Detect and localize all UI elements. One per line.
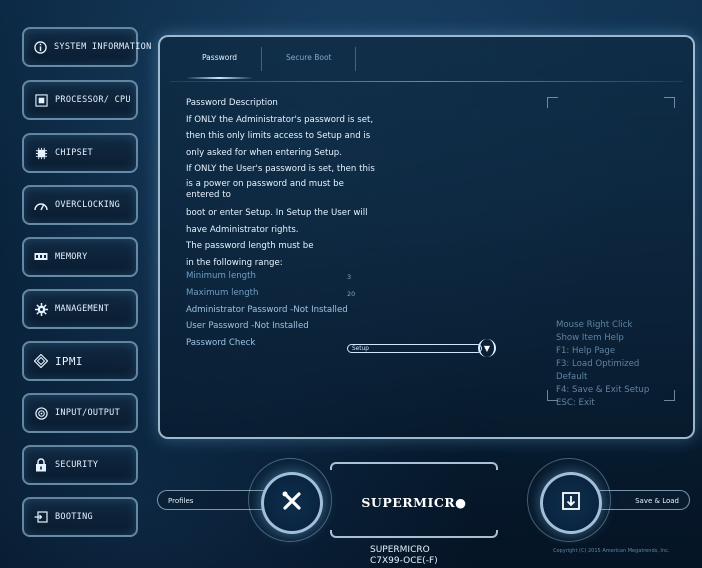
description-line: only asked for when entering Setup.: [186, 147, 342, 158]
model-line: SUPERMICRO: [370, 545, 430, 555]
overclocking-icon: [34, 198, 48, 212]
sidebar-item-label: SECURITY: [55, 460, 99, 470]
help-line: F4: Save & Exit Setup: [556, 385, 650, 395]
password-description: Password Description If ONLY the Adminis…: [186, 95, 416, 271]
brand-frame-bottom: [330, 530, 498, 538]
description-line: in the following range:: [186, 257, 283, 268]
help-frame-corner: [664, 97, 675, 108]
sidebar-item-label: IPMI: [55, 354, 83, 368]
description-line: then this only limits access to Setup an…: [186, 131, 371, 142]
description-line: have Administrator rights.: [186, 224, 299, 235]
password-check-select[interactable]: Setup: [347, 344, 482, 353]
sidebar-item-chipset[interactable]: CHIPSET: [22, 133, 138, 173]
description-line: entered to: [186, 189, 231, 200]
lock-icon: [34, 458, 48, 472]
model-line: C7X99-OCE(-F): [370, 556, 438, 566]
description-line: The password length must be: [186, 241, 314, 252]
help-line: Default: [556, 372, 588, 382]
sidebar-item-memory[interactable]: MEMORY: [22, 237, 138, 277]
gear-icon: [34, 302, 48, 316]
description-line: boot or enter Setup. In Setup the User w…: [186, 207, 368, 218]
description-line: Password Description: [186, 98, 278, 108]
sidebar-item-input-output[interactable]: INPUT/OUTPUT: [22, 393, 138, 433]
help-line: ESC: Exit: [556, 398, 595, 408]
max-length-value: 20: [347, 290, 356, 298]
sidebar-item-label: SYSTEM INFORMATION: [54, 42, 152, 52]
sidebar-item-security[interactable]: SECURITY: [22, 445, 138, 485]
memory-icon: [34, 250, 48, 264]
admin-password-status[interactable]: Administrator Password -Not Installed: [186, 305, 348, 315]
tools-icon: [281, 490, 303, 516]
chevron-down-icon[interactable]: ▼: [478, 339, 496, 357]
help-line: Show Item Help: [556, 333, 624, 343]
sidebar-item-ipmi[interactable]: IPMI: [22, 341, 138, 381]
help-line: Mouse Right Click: [556, 320, 633, 330]
help-frame-corner: [664, 390, 675, 401]
sidebar-item-system-information[interactable]: SYSTEM INFORMATION: [22, 27, 151, 67]
save-load-icon: [560, 490, 582, 516]
sidebar-item-label: OVERCLOCKING: [55, 200, 121, 210]
board-model: SUPERMICRO C7X99-OCE(-F): [370, 545, 438, 567]
sidebar-item-label: CHIPSET: [55, 148, 93, 158]
description-line: If ONLY the Administrator's password is …: [186, 114, 374, 125]
tab-divider: [170, 81, 683, 82]
main-panel: Password Secure Boot Password Descriptio…: [158, 35, 695, 439]
processor-icon: [34, 93, 48, 107]
boot-icon: [34, 510, 48, 524]
help-line: F3: Load Optimized: [556, 359, 640, 369]
ipmi-icon: [34, 354, 48, 368]
sidebar-item-label: MEMORY: [55, 252, 88, 262]
sidebar-item-label: INPUT/OUTPUT: [55, 408, 121, 418]
sidebar-item-overclocking[interactable]: OVERCLOCKING: [22, 185, 138, 225]
description-line: is a power on password and must be: [186, 178, 344, 189]
brand-frame-top: [330, 462, 498, 470]
help-line: F1: Help Page: [556, 346, 616, 356]
sidebar-item-processor[interactable]: PROCESSOR/ CPU: [22, 80, 138, 120]
min-length-value: 3: [347, 273, 352, 281]
profiles-circle-button[interactable]: [261, 472, 323, 534]
sidebar-item-label: BOOTING: [55, 512, 93, 522]
tab-secure-boot[interactable]: Secure Boot: [261, 47, 357, 71]
tab-password[interactable]: Password: [178, 47, 261, 79]
info-icon: [34, 40, 47, 54]
help-text: Mouse Right Click Show Item Help F1: Hel…: [556, 319, 649, 410]
tab-bar: Password Secure Boot: [178, 47, 357, 79]
sidebar-item-management[interactable]: MANAGEMENT: [22, 289, 138, 329]
sidebar-item-label: PROCESSOR/ CPU: [55, 95, 131, 105]
min-length-label: Minimum length: [186, 271, 256, 281]
password-check-label: Password Check: [186, 338, 256, 348]
input-output-icon: [34, 406, 48, 420]
max-length-label: Maximum length: [186, 288, 259, 298]
save-load-circle-button[interactable]: [540, 472, 602, 534]
supermicro-logo: SUPERMICR●: [361, 494, 467, 510]
user-password-status[interactable]: User Password -Not Installed: [186, 321, 309, 331]
description-line: If ONLY the User's password is set, then…: [186, 164, 375, 175]
sidebar-item-label: MANAGEMENT: [55, 304, 110, 314]
chipset-icon: [34, 146, 48, 160]
help-frame-corner: [547, 97, 558, 108]
copyright-text: Copyright (C) 2015 American Megatrends, …: [553, 548, 670, 554]
sidebar-item-booting[interactable]: BOOTING: [22, 497, 138, 537]
